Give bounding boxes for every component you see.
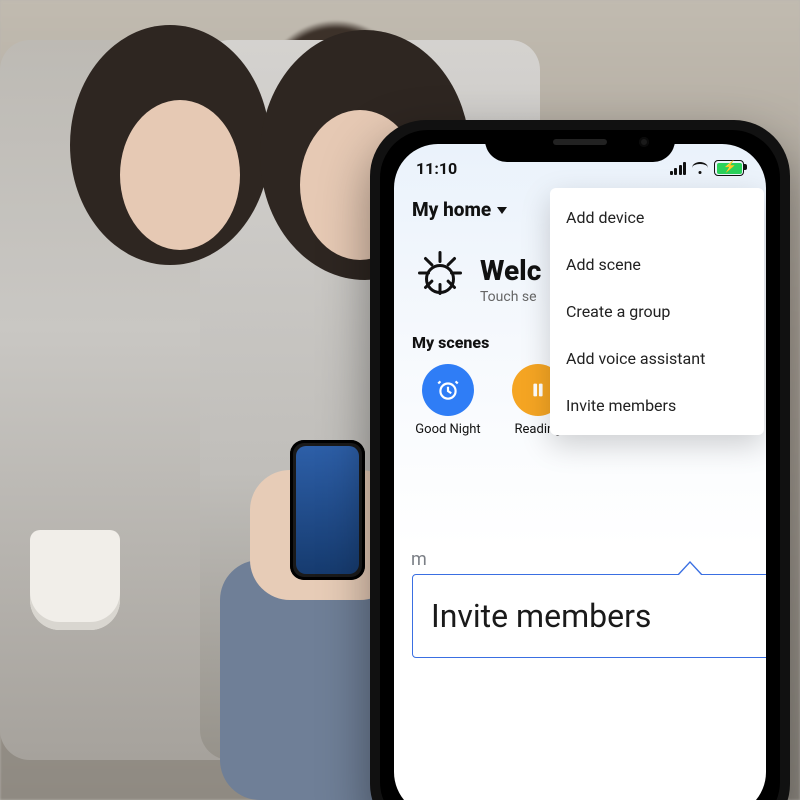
callout-arrow-icon [677,561,703,575]
invite-members-callout: m Invite members [412,574,766,658]
scene-good-night[interactable]: Good Night [412,364,484,437]
status-time: 11:10 [416,159,457,178]
wifi-icon [692,162,708,174]
callout-clipped-text: m [411,549,427,570]
face-left [120,100,240,250]
battery-icon: ⚡ [714,160,744,176]
phone-notch [485,130,675,162]
menu-item-invite-members[interactable]: Invite members [550,382,764,429]
sun-icon [412,251,468,307]
welcome-title: Welc [480,254,541,287]
cellular-signal-icon [670,162,687,175]
menu-item-add-voice-assistant[interactable]: Add voice assistant [550,335,764,382]
chevron-down-icon [497,207,507,214]
menu-item-add-scene[interactable]: Add scene [550,241,764,288]
callout-text: Invite members [431,597,757,635]
home-selector-label: My home [412,198,491,221]
welcome-subtitle: Touch se [480,289,541,305]
scene-label: Good Night [415,422,480,437]
phone-screen: 11:10 ⚡ My home [394,144,766,800]
add-menu-popover: Add device Add scene Create a group Add … [550,188,764,435]
menu-item-create-group[interactable]: Create a group [550,288,764,335]
coffee-mug [30,530,120,630]
phone-mockup: 11:10 ⚡ My home [370,120,790,800]
home-selector[interactable]: My home [412,198,507,221]
alarm-clock-icon [422,364,474,416]
held-phone [290,440,365,580]
menu-item-add-device[interactable]: Add device [550,194,764,241]
